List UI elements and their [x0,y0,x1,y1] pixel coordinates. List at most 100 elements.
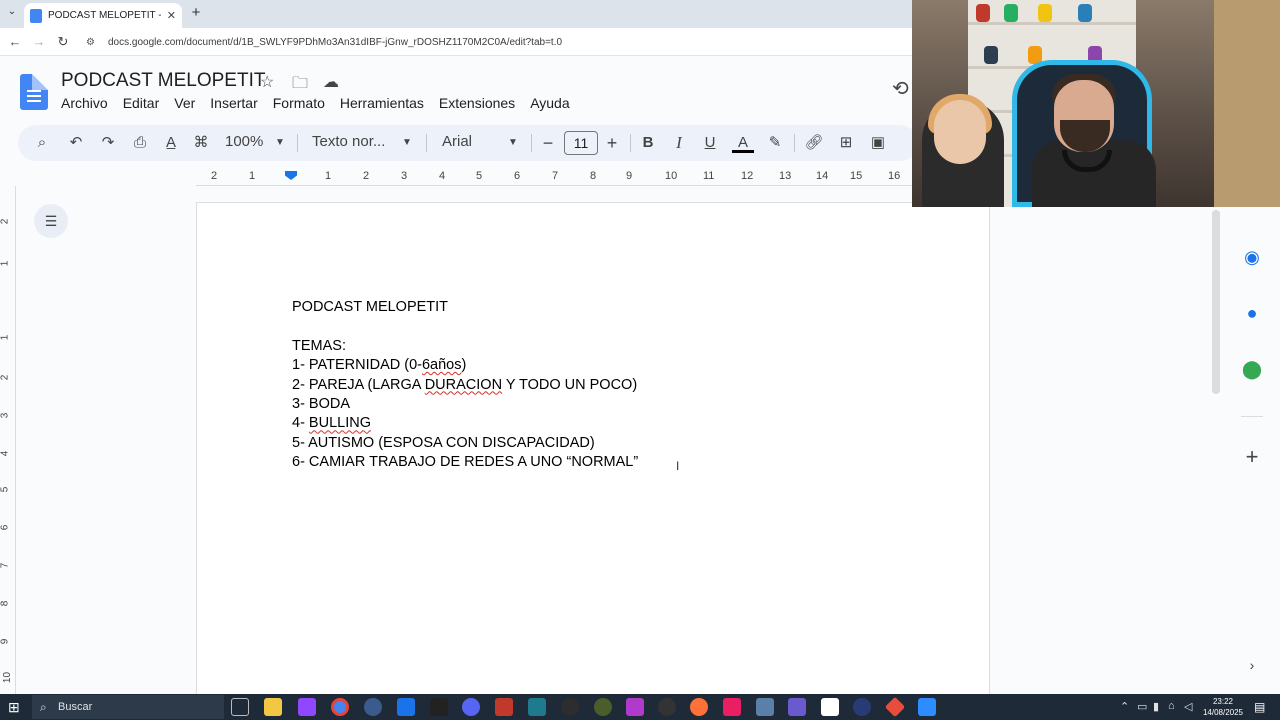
menu-editar[interactable]: Editar [123,95,160,111]
menu-ayuda[interactable]: Ayuda [530,95,569,111]
tab-close-icon[interactable]: ✕ [167,9,176,22]
app-icon[interactable] [626,698,644,716]
app-icon[interactable] [788,698,806,716]
decrease-font-size-icon[interactable]: − [538,131,558,155]
menu-herramientas[interactable]: Herramientas [340,95,424,111]
expand-panel-chevron-icon[interactable]: › [1241,654,1263,676]
browser-tab[interactable]: PODCAST MELOPETIT - Docum ✕ [24,3,182,28]
ruler-number: 10 [2,671,14,684]
contacts-icon[interactable]: ● [1241,302,1263,324]
app-icon[interactable] [723,698,741,716]
app-icon[interactable] [918,698,936,716]
firefox-icon[interactable] [690,698,708,716]
ruler-number: 9 [0,638,11,645]
star-icon[interactable]: ☆ [260,72,274,92]
menu-archivo[interactable]: Archivo [61,95,108,111]
spellcheck-icon[interactable]: A̲ [161,131,181,155]
insert-link-icon[interactable]: 🔗︎ [804,131,824,155]
app-icon[interactable] [756,698,774,716]
notifications-icon[interactable]: ▤ [1254,700,1265,714]
app-icon[interactable] [495,698,513,716]
font-dropdown-icon[interactable]: ▼ [508,137,518,148]
forward-arrow-icon[interactable]: → [30,33,48,51]
highlight-pen-icon[interactable]: ✎ [765,131,785,155]
volume-icon[interactable]: ◁ [1184,700,1192,713]
list-item: 6- CAMIAR TRABAJO DE REDES A UNO “NORMAL… [292,454,639,471]
taskbar-clock[interactable]: 23:22 14/08/2025 [1200,696,1246,718]
redo-icon[interactable]: ↷ [98,131,118,155]
style-dropdown-icon[interactable]: ▼ [402,137,412,148]
app-icon[interactable] [853,698,871,716]
reload-icon[interactable]: ↻ [54,33,72,51]
webcam-overlay [912,0,1280,207]
app-icon[interactable] [821,698,839,716]
print-icon[interactable]: ⎙ [130,131,150,155]
ruler-number: 13 [779,170,792,182]
vertical-scrollbar[interactable] [1212,210,1220,394]
docs-logo-icon[interactable] [20,74,48,110]
tasks-icon[interactable]: ◉ [1241,246,1263,268]
document-body[interactable]: PODCAST MELOPETIT TEMAS: 1- PATERNIDAD (… [292,298,638,473]
monitor-app-icon[interactable] [397,698,415,716]
font-size-input[interactable]: 11 [564,131,598,155]
toolbar-divider [630,134,631,152]
app-icon[interactable] [430,698,448,716]
indent-marker[interactable] [285,171,297,180]
new-tab-button[interactable]: + [188,4,204,22]
network-icon[interactable]: ⌂ [1168,700,1175,712]
menu-insertar[interactable]: Insertar [210,95,257,111]
ruler-number: 1 [0,260,11,267]
zoom-select[interactable]: 100% [225,133,263,150]
discord-icon[interactable] [462,698,480,716]
underline-icon[interactable]: U [700,131,720,155]
app-icon[interactable] [364,698,382,716]
add-addon-icon[interactable]: + [1241,446,1263,468]
search-menus-icon[interactable]: ⌕ [32,131,52,155]
app-icon[interactable] [884,696,906,718]
doc-heading: PODCAST MELOPETIT [292,299,449,315]
app-icon[interactable] [528,698,546,716]
microphone-icon[interactable]: ▮ [1153,700,1159,713]
paragraph-style-select[interactable]: Texto nor... [312,133,385,150]
ruler-number: 1 [0,334,11,341]
horizontal-ruler[interactable]: 2 1 1 2 3 4 5 6 7 8 9 10 11 12 13 14 15 … [196,168,912,186]
ruler-number: 2 [0,218,11,225]
app-icon[interactable] [561,698,579,716]
app-icon[interactable] [594,698,612,716]
undo-icon[interactable]: ↶ [66,131,86,155]
maps-icon[interactable]: ⬤ [1241,358,1263,380]
zoom-dropdown-icon[interactable]: ▼ [275,137,285,148]
add-comment-icon[interactable]: ⊞ [836,131,856,155]
taskbar-search[interactable]: ⌕ Buscar [32,695,224,719]
windows-start-icon[interactable]: ⊞ [8,699,24,715]
font-select[interactable]: Arial [442,133,472,150]
address-bar[interactable]: ⚙ docs.google.com/document/d/1B_SWLYF9PD… [80,31,910,53]
site-info-icon[interactable]: ⚙ [86,37,100,48]
twitch-icon[interactable] [298,698,316,716]
menu-formato[interactable]: Formato [273,95,325,111]
cloud-status-icon[interactable]: ☁ [323,72,339,92]
document-title[interactable]: PODCAST MELOPETIT [61,70,265,92]
spelling-error: 6años [421,357,462,374]
insert-image-icon[interactable]: ▣ [868,131,888,155]
bold-icon[interactable]: B [638,131,658,155]
menu-ver[interactable]: Ver [174,95,195,111]
vertical-ruler[interactable]: 2 1 1 2 3 4 5 6 7 8 9 10 [0,186,16,696]
italic-icon[interactable]: I [669,131,689,155]
increase-font-size-icon[interactable]: + [602,131,622,155]
document-outline-icon[interactable]: ☰ [34,204,68,238]
back-arrow-icon[interactable]: ← [6,33,24,51]
app-icon[interactable] [658,698,676,716]
text-color-indicator [732,150,754,153]
paint-format-icon[interactable]: ⌘ [191,131,211,155]
posters-wall [1214,0,1280,207]
file-explorer-icon[interactable] [264,698,282,716]
tab-list-chevron-icon[interactable]: ⌄ [4,6,20,22]
task-view-icon[interactable] [231,698,249,716]
tray-chevron-icon[interactable]: ⌃ [1120,700,1129,713]
tray-app-icon[interactable]: ▭ [1137,700,1147,713]
version-history-icon[interactable]: ⟲ [892,76,909,101]
chrome-icon[interactable] [331,698,349,716]
menu-extensiones[interactable]: Extensiones [439,95,515,111]
temas-label: TEMAS: [292,337,346,354]
